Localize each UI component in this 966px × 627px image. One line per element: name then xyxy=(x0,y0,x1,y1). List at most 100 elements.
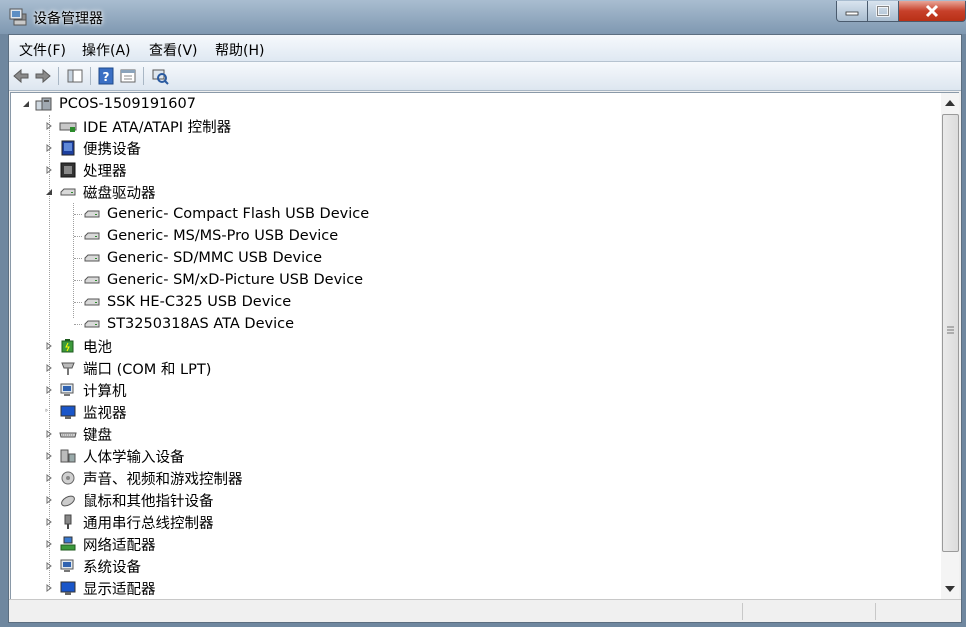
tree-root-label: PCOS-1509191607 xyxy=(59,96,196,112)
expand-arrow-icon[interactable] xyxy=(45,474,53,482)
collapse-arrow-icon[interactable] xyxy=(22,100,30,108)
tree-device[interactable]: Generic- SM/xD-Picture USB Device xyxy=(83,269,363,291)
tree-category-label: 通用串行总线控制器 xyxy=(83,515,214,532)
device-manager-window: 设备管理器 文件(F) 操作(A) 查看(V) 帮助(H) ? PCOS-150… xyxy=(0,0,966,627)
forward-arrow-icon[interactable] xyxy=(34,67,52,85)
close-button[interactable] xyxy=(898,1,966,22)
tree-device[interactable]: ST3250318AS ATA Device xyxy=(83,313,294,335)
tree-guide-line xyxy=(74,280,82,281)
expand-arrow-icon[interactable] xyxy=(45,386,53,394)
tree-category[interactable]: 计算机 xyxy=(59,379,127,401)
display-adapter-icon xyxy=(60,581,76,595)
menu-action[interactable]: 操作(A) xyxy=(82,40,131,60)
disk-drive-icon xyxy=(84,232,100,240)
expand-arrow-icon[interactable] xyxy=(45,144,53,152)
tree-category[interactable]: 网络适配器 xyxy=(59,533,156,555)
svg-text:?: ? xyxy=(103,70,110,84)
expand-arrow-icon[interactable] xyxy=(45,342,53,350)
expand-arrow-icon[interactable] xyxy=(45,562,53,570)
expand-arrow-icon[interactable] xyxy=(45,518,53,526)
tree-category-label: 磁盘驱动器 xyxy=(83,185,156,202)
computer-icon xyxy=(35,97,52,111)
back-arrow-icon[interactable] xyxy=(12,67,30,85)
tree-guide-line xyxy=(74,236,82,237)
usb-controller-icon xyxy=(64,514,72,529)
human-interface-device-icon xyxy=(60,449,76,463)
menu-file[interactable]: 文件(F) xyxy=(19,40,66,60)
minimize-icon xyxy=(845,11,859,16)
tree-device-label: Generic- SD/MMC USB Device xyxy=(107,250,323,266)
tree-device-label: ST3250318AS ATA Device xyxy=(107,316,295,332)
tree-category-label: 计算机 xyxy=(83,383,127,400)
tree-category-label: 端口 (COM 和 LPT) xyxy=(83,361,212,378)
tree-category[interactable]: 端口 (COM 和 LPT) xyxy=(59,357,211,379)
ide-controller-icon xyxy=(59,122,77,132)
scrollbar-thumb[interactable] xyxy=(942,114,959,552)
toolbar-separator xyxy=(90,67,91,85)
tree-category-label: 电池 xyxy=(83,339,112,356)
expand-arrow-icon[interactable] xyxy=(45,496,53,504)
expand-arrow-icon[interactable] xyxy=(45,540,53,548)
tree-device-label: Generic- Compact Flash USB Device xyxy=(107,206,370,222)
computer-icon xyxy=(60,383,74,396)
tree-category[interactable]: 键盘 xyxy=(59,423,112,445)
tree-device-label: Generic- SM/xD-Picture USB Device xyxy=(107,272,364,288)
show-hide-console-tree-icon[interactable] xyxy=(66,67,84,85)
title-bar[interactable]: 设备管理器 xyxy=(0,0,966,34)
maximize-icon xyxy=(876,5,890,17)
client-area: 文件(F) 操作(A) 查看(V) 帮助(H) ? PCOS-150919160… xyxy=(8,34,962,623)
minimize-button[interactable] xyxy=(836,1,868,22)
toolbar-separator xyxy=(143,67,144,85)
tree-category[interactable]: 便携设备 xyxy=(59,137,141,159)
tree-category[interactable]: 系统设备 xyxy=(59,555,141,577)
tree-device[interactable]: Generic- SD/MMC USB Device xyxy=(83,247,322,269)
menu-help[interactable]: 帮助(H) xyxy=(215,40,264,60)
tree-device[interactable]: Generic- Compact Flash USB Device xyxy=(83,203,369,225)
tree-category-label: 处理器 xyxy=(83,163,127,180)
scan-hardware-icon[interactable] xyxy=(151,67,169,85)
tree-category[interactable]: 通用串行总线控制器 xyxy=(59,511,214,533)
scroll-down-icon[interactable] xyxy=(945,586,955,592)
grip-icon xyxy=(947,326,954,334)
tree-category[interactable]: 电池 xyxy=(59,335,112,357)
disk-drive-icon xyxy=(84,298,100,306)
sound-device-icon xyxy=(61,471,75,485)
device-manager-icon xyxy=(9,8,27,26)
expand-arrow-icon[interactable] xyxy=(45,430,53,438)
tree-category[interactable]: 监视器 xyxy=(59,401,127,423)
tree-category[interactable]: 显示适配器 xyxy=(59,577,156,599)
toolbar: ? xyxy=(9,62,961,91)
tree-device[interactable]: Generic- MS/MS-Pro USB Device xyxy=(83,225,338,247)
tree-category[interactable]: 处理器 xyxy=(59,159,127,181)
tree-category[interactable]: IDE ATA/ATAPI 控制器 xyxy=(59,115,231,137)
device-tree[interactable]: PCOS-1509191607 IDE ATA/ATAPI 控制器 便携设备 处… xyxy=(10,92,942,600)
tree-device[interactable]: SSK HE-C325 USB Device xyxy=(83,291,291,313)
expand-arrow-icon[interactable] xyxy=(45,408,53,416)
expand-arrow-icon[interactable] xyxy=(45,166,53,174)
expand-arrow-icon[interactable] xyxy=(45,452,53,460)
tree-category[interactable]: 声音、视频和游戏控制器 xyxy=(59,467,243,489)
disk-drive-icon xyxy=(84,254,100,262)
tree-root[interactable]: PCOS-1509191607 xyxy=(35,93,196,115)
expand-arrow-icon[interactable] xyxy=(45,584,53,592)
disk-drive-icon xyxy=(84,320,100,328)
expand-arrow-icon[interactable] xyxy=(45,364,53,372)
status-bar xyxy=(9,599,961,622)
status-separator xyxy=(875,603,876,620)
vertical-scrollbar[interactable] xyxy=(941,92,959,600)
expand-arrow-icon[interactable] xyxy=(45,122,53,130)
tree-device-label: SSK HE-C325 USB Device xyxy=(107,294,292,310)
battery-icon xyxy=(61,339,74,353)
maximize-button[interactable] xyxy=(867,1,899,22)
collapse-arrow-icon[interactable] xyxy=(45,188,53,196)
tree-category[interactable]: 磁盘驱动器 xyxy=(59,181,156,203)
window-title: 设备管理器 xyxy=(33,11,103,27)
help-icon[interactable]: ? xyxy=(97,67,115,85)
tree-category[interactable]: 鼠标和其他指针设备 xyxy=(59,489,214,511)
scroll-up-icon[interactable] xyxy=(945,100,955,106)
close-icon xyxy=(925,4,939,18)
processor-icon xyxy=(60,162,76,178)
menu-view[interactable]: 查看(V) xyxy=(149,40,198,60)
tree-category[interactable]: 人体学输入设备 xyxy=(59,445,185,467)
properties-icon[interactable] xyxy=(119,67,137,85)
